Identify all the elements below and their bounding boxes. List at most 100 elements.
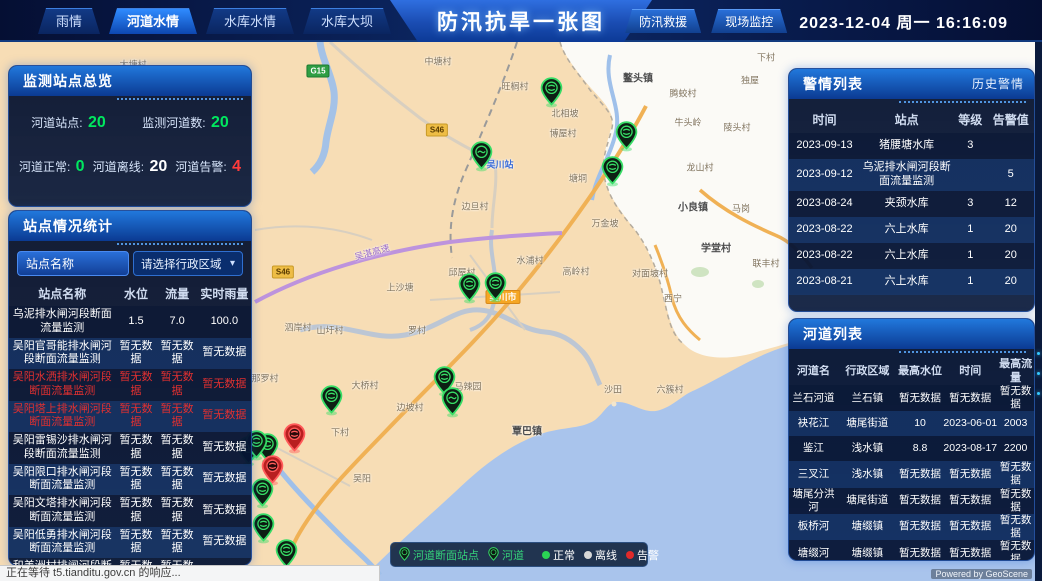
column-header: 时间	[943, 365, 997, 379]
legend-item: 河道断面站点	[399, 547, 479, 563]
table-row[interactable]: 2023-09-12乌泥排水闸河段断面流量监测5	[789, 159, 1034, 191]
table-row[interactable]: 板桥河塘缀镇暂无数据暂无数据暂无数据	[789, 514, 1034, 540]
legend-label: 河道断面站点	[413, 547, 479, 563]
table-row[interactable]: 吴阳塔上排水闸河段断面流量监测暂无数据暂无数据暂无数据	[9, 401, 251, 433]
stat-value: 20	[149, 158, 167, 175]
cell-region: 兰石镇	[838, 392, 897, 405]
cell-time: 2023-06-01	[943, 417, 997, 430]
stat-item: 河道正常: 0	[19, 158, 85, 176]
cell-value: 暂无数据	[115, 434, 156, 462]
right-scrollbar[interactable]	[1035, 42, 1042, 581]
region-select-dropdown[interactable]: 请选择行政区域 ▾	[133, 251, 243, 276]
table-row[interactable]: 鉴江浅水镇8.82023-08-172200	[789, 436, 1034, 461]
station-table-header: 站点名称水位流量实时雨量	[9, 282, 251, 306]
map-place-label: 鳌头镇	[623, 70, 653, 85]
table-row[interactable]: 2023-08-24夹颈水库312	[789, 191, 1034, 217]
legend-label: 离线	[595, 547, 617, 563]
alert-panel-header: 警情列表 历史警情	[789, 69, 1034, 99]
cell-value: 暂无数据	[157, 466, 198, 494]
map-marker-green-station[interactable]	[252, 513, 275, 544]
map-marker-green-river[interactable]	[470, 141, 493, 172]
legend-item: 离线	[584, 547, 617, 563]
map-place-label: 联丰村	[752, 257, 779, 270]
tab-雨情[interactable]: 雨情	[38, 8, 100, 34]
table-row[interactable]: 乌泥排水闸河段断面流量监测1.57.0100.0	[9, 306, 251, 338]
cell-value: 暂无数据	[115, 371, 156, 399]
cell-level: 暂无数据	[897, 468, 944, 481]
cell-station-name: 吴阳文塔排水闸河段断面流量监测	[9, 495, 115, 527]
table-row[interactable]: 吴阳官哥能排水闸河段断面流量监测暂无数据暂无数据暂无数据	[9, 338, 251, 370]
overview-stats: 河道站点: 20监测河道数: 20河道正常: 0河道离线: 20河道告警: 4	[9, 114, 251, 176]
map-marker-green-station[interactable]	[251, 478, 274, 509]
scrollbar-dot	[1037, 372, 1040, 375]
tab-河道水情[interactable]: 河道水情	[109, 8, 197, 34]
map-marker-green-station[interactable]	[615, 121, 638, 152]
top-button-现场监控[interactable]: 现场监控	[711, 9, 787, 33]
cell-station: 猪腰塘水库	[860, 137, 953, 155]
tab-水库大坝[interactable]: 水库大坝	[303, 8, 391, 34]
map-place-label: 山圩村	[316, 324, 343, 337]
map-place-label: 陵头村	[723, 121, 750, 134]
table-row[interactable]: 吴阳限口排水闸河段断面流量监测暂无数据暂无数据暂无数据	[9, 464, 251, 496]
dashboard-screen: 大塘村中塘村旺榈村鳌头镇下村独屋腾蛟村牛头岭陵头村北相坡博屋村吴川站龙山村塘垌小…	[0, 0, 1042, 581]
legend-label: 告警	[637, 547, 659, 563]
map-place-label: 马岗	[732, 202, 750, 215]
map-marker-green-river[interactable]	[441, 387, 464, 418]
tab-水库水情[interactable]: 水库水情	[206, 8, 294, 34]
road-badge: S46	[272, 266, 294, 279]
map-marker-green-station[interactable]	[601, 156, 624, 187]
map-place-label: 对面坡村	[632, 267, 668, 280]
cell-level: 3	[953, 139, 987, 153]
map-place-label: 大桥村	[351, 379, 378, 392]
page-title: 防汛抗旱一张图	[437, 6, 605, 36]
cell-value: 暂无数据	[198, 504, 251, 518]
column-header: 行政区域	[838, 365, 897, 379]
map-place-label: 边坡村	[396, 401, 423, 414]
table-row[interactable]: 吴阳低勇排水闸河段断面流量监测暂无数据暂无数据暂无数据	[9, 527, 251, 559]
cell-value: 暂无数据	[198, 346, 251, 360]
cell-level: 暂无数据	[897, 494, 944, 507]
cell-river-name: 鉴江	[789, 442, 838, 455]
column-header: 水位	[115, 287, 156, 302]
status-dot-icon	[584, 551, 592, 559]
map-marker-red-station[interactable]	[283, 423, 306, 454]
map-marker-green-station[interactable]	[540, 77, 563, 108]
cell-flow: 暂无数据	[997, 461, 1034, 487]
cell-station: 夹颈水库	[860, 195, 953, 213]
table-row[interactable]: 2023-08-21六上水库120	[789, 269, 1034, 295]
map-marker-green-station[interactable]	[458, 273, 481, 304]
table-row[interactable]: 袂花江塘尾街道102023-06-012003	[789, 411, 1034, 436]
stat-item: 河道离线: 20	[93, 158, 167, 176]
table-row[interactable]: 吴阳文塔排水闸河段断面流量监测暂无数据暂无数据暂无数据	[9, 495, 251, 527]
table-row[interactable]: 吴阳雷锡沙排水闸河段断面流量监测暂无数据暂无数据暂无数据	[9, 432, 251, 464]
region-select-label: 请选择行政区域	[141, 256, 222, 272]
cell-time: 暂无数据	[943, 392, 997, 405]
map-marker-green-station[interactable]	[320, 385, 343, 416]
top-tabs: 雨情河道水情水库水情水库大坝	[38, 8, 391, 34]
table-row[interactable]: 吴阳水洒排水闸河段断面流量监测暂无数据暂无数据暂无数据	[9, 369, 251, 401]
cell-station: 六上水库	[860, 273, 953, 291]
station-name-search-input[interactable]	[17, 251, 129, 276]
table-row[interactable]: 塘缀河塘缀镇暂无数据暂无数据暂无数据	[789, 540, 1034, 561]
history-alerts-link[interactable]: 历史警情	[972, 69, 1024, 99]
stat-item: 河道告警: 4	[175, 158, 241, 176]
stats-row: 河道正常: 0 河道离线: 20 河道告警: 4	[9, 158, 251, 176]
table-row[interactable]: 三叉江浅水镇暂无数据暂无数据暂无数据	[789, 461, 1034, 487]
table-row[interactable]: 兰石河道兰石镇暂无数据暂无数据暂无数据	[789, 385, 1034, 411]
table-row[interactable]: 塘尾分洪河塘尾街道暂无数据暂无数据暂无数据	[789, 488, 1034, 514]
cell-station: 乌泥排水闸河段断面流量监测	[860, 159, 953, 191]
stat-value: 20	[211, 114, 229, 131]
table-row[interactable]: 2023-08-22六上水库120	[789, 217, 1034, 243]
table-row[interactable]: 2023-08-22六上水库120	[789, 243, 1034, 269]
cell-time: 2023-09-12	[789, 168, 860, 182]
monitor-overview-panel: 监测站点总览 河道站点: 20监测河道数: 20河道正常: 0河道离线: 20河…	[8, 65, 252, 207]
map-place-label: 西宁	[664, 292, 682, 305]
table-row[interactable]: 2023-09-13猪腰塘水库3	[789, 133, 1034, 159]
top-button-防汛救援[interactable]: 防汛救援	[625, 9, 701, 33]
map-marker-green-station[interactable]	[484, 272, 507, 303]
map-pin-icon	[399, 547, 410, 562]
column-header: 时间	[789, 113, 860, 128]
cell-time: 2023-08-21	[789, 275, 860, 289]
cell-river-name: 塘尾分洪河	[789, 488, 838, 514]
map-place-label: 罗村	[408, 324, 426, 337]
